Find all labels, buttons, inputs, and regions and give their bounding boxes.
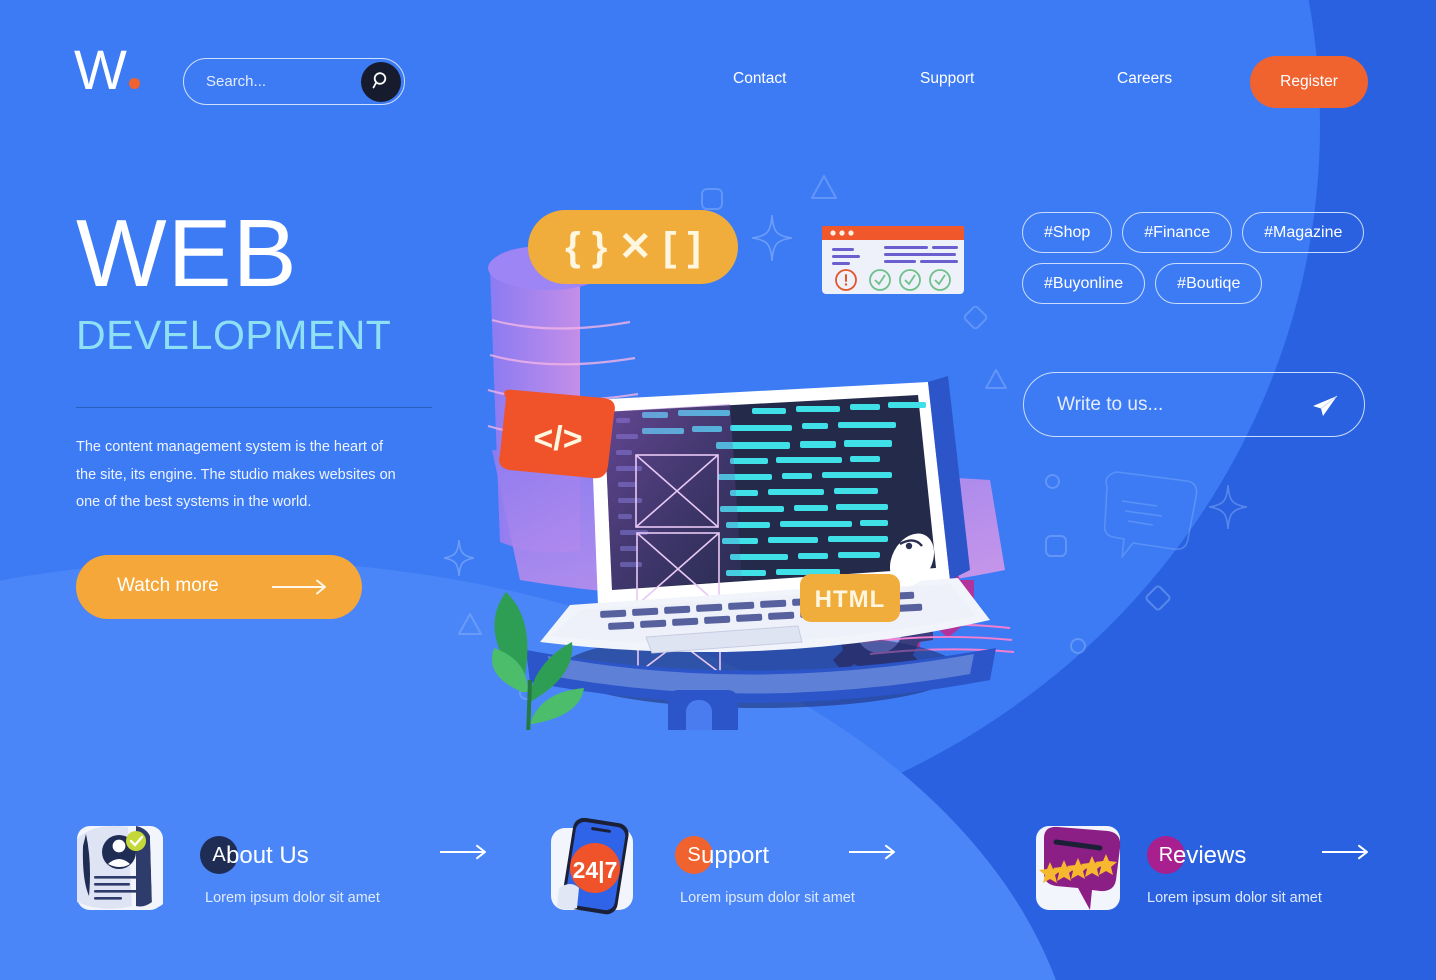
nav-item-contact[interactable]: Contact — [733, 70, 786, 88]
divider — [76, 407, 432, 409]
paper-plane-icon[interactable] — [1310, 394, 1338, 423]
footer-card-title-wrap: S upport — [675, 836, 769, 876]
footer-card-title-wrap: R eviews — [1147, 836, 1246, 876]
svg-text:{ } ✕ [ ]: { } ✕ [ ] — [565, 225, 701, 269]
tag-row-1: #Shop #Finance #Magazine — [1022, 212, 1392, 253]
tag-boutiqe[interactable]: #Boutiqe — [1155, 263, 1263, 304]
decorative-diamond-icon — [1143, 583, 1173, 613]
web-development-illustration: { } ✕ [ ] </> HTML — [430, 150, 1050, 800]
tag-shop[interactable]: #Shop — [1022, 212, 1113, 253]
register-button[interactable]: Register — [1250, 56, 1368, 108]
footer-card-subtitle: Lorem ipsum dolor sit amet — [1147, 890, 1322, 906]
search-icon — [372, 71, 391, 93]
review-bubble-stars-icon — [1034, 818, 1132, 916]
decorative-sparkle-icon — [1209, 485, 1247, 529]
logo-text: W — [74, 38, 127, 101]
footer-card-title: bout Us — [226, 842, 309, 869]
svg-text:</>: </> — [533, 420, 582, 458]
search-button[interactable] — [361, 62, 401, 102]
watch-more-button[interactable]: Watch more — [76, 554, 362, 619]
arrow-right-icon — [272, 579, 332, 598]
tag-magazine[interactable]: #Magazine — [1242, 212, 1365, 253]
footer-links: A bout Us Lorem ipsum dolor sit amet 24|… — [0, 817, 1436, 958]
page-subtitle: DEVELOPMENT — [76, 312, 392, 359]
footer-card-title-wrap: A bout Us — [200, 836, 309, 876]
search-bar[interactable]: Search... — [183, 58, 405, 105]
watch-more-label: Watch more — [117, 574, 219, 596]
tag-finance[interactable]: #Finance — [1122, 212, 1233, 253]
logo[interactable]: W — [74, 42, 140, 98]
phone-247-icon: 24|7 — [549, 817, 647, 916]
write-to-us-placeholder: Write to us... — [1057, 394, 1164, 415]
tag-buyonline[interactable]: #Buyonline — [1022, 263, 1146, 304]
decorative-chat-bubble-icon — [1095, 465, 1205, 560]
footer-card-title: eviews — [1173, 842, 1247, 869]
write-to-us-input[interactable]: Write to us... — [1023, 372, 1365, 437]
tag-row-2: #Buyonline #Boutiqe — [1022, 263, 1392, 304]
document-profile-icon — [74, 818, 172, 916]
decorative-circle-icon — [1070, 638, 1086, 654]
svg-text:HTML: HTML — [815, 586, 886, 613]
arrow-right-icon[interactable] — [1322, 844, 1374, 865]
nav-item-support[interactable]: Support — [920, 70, 974, 88]
logo-dot-icon — [128, 78, 140, 89]
hero-section: WEB DEVELOPMENT The content management s… — [76, 200, 476, 624]
search-placeholder: Search... — [206, 73, 267, 90]
page-header: W Search... Contact Support Careers Regi… — [0, 0, 1436, 160]
landing-page: W Search... Contact Support Careers Regi… — [0, 0, 1436, 980]
svg-text:24|7: 24|7 — [573, 857, 618, 883]
tag-list: #Shop #Finance #Magazine #Buyonline #Bou… — [1022, 212, 1392, 314]
arrow-right-icon[interactable] — [849, 844, 901, 865]
nav-item-careers[interactable]: Careers — [1117, 70, 1172, 88]
footer-card-about-us[interactable]: A bout Us Lorem ipsum dolor sit amet — [74, 818, 494, 938]
arrow-right-icon[interactable] — [440, 844, 492, 865]
main-nav: Contact Support Careers Register — [700, 56, 1380, 108]
footer-card-subtitle: Lorem ipsum dolor sit amet — [680, 890, 855, 906]
hero-description: The content management system is the hea… — [76, 439, 396, 511]
footer-card-subtitle: Lorem ipsum dolor sit amet — [205, 890, 380, 906]
footer-card-reviews[interactable]: R eviews Lorem ipsum dolor sit amet — [1034, 818, 1436, 938]
footer-card-title: upport — [701, 842, 770, 869]
page-title: WEB — [76, 200, 298, 307]
footer-card-support[interactable]: 24|7 S upport Lorem ipsum dolor sit amet — [549, 817, 969, 938]
